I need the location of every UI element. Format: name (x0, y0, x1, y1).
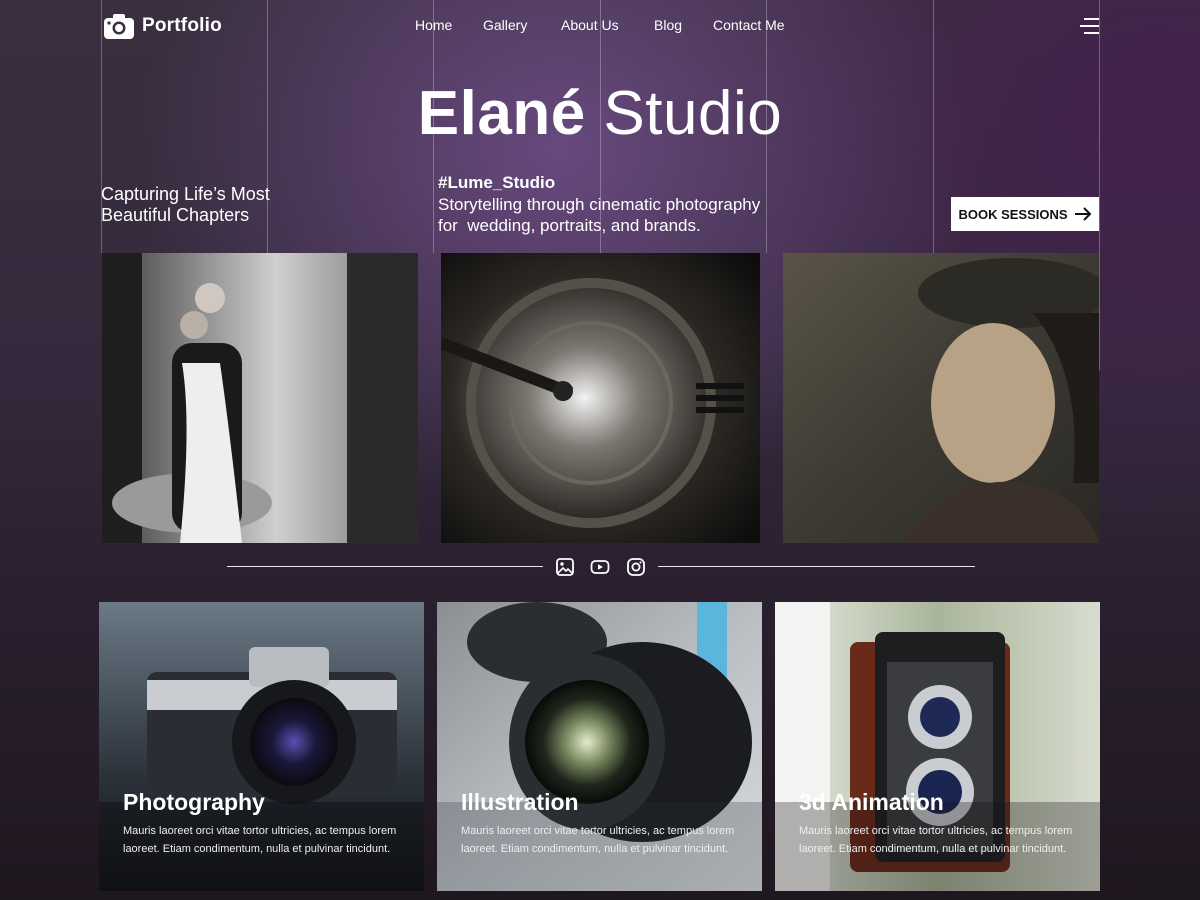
youtube-icon[interactable] (590, 557, 610, 577)
card-text: 3d Animation Mauris laoreet orci vitae t… (799, 788, 1089, 858)
studio-description: Storytelling through cinematic photograp… (438, 194, 818, 236)
card-title: Photography (123, 789, 265, 815)
hero-title: Elané Studio (0, 78, 1200, 149)
hero-title-bold: Elané (417, 79, 586, 148)
image-icon[interactable] (555, 557, 575, 577)
card-title: 3d Animation (799, 789, 944, 815)
service-card-3d-animation[interactable]: 3d Animation Mauris laoreet orci vitae t… (775, 602, 1100, 891)
card-description: Mauris laoreet orci vitae tortor ultrici… (799, 825, 1073, 855)
tagline-line: Capturing Life’s Most (101, 184, 270, 204)
nav-home[interactable]: Home (415, 17, 452, 33)
divider-right (658, 566, 975, 567)
book-sessions-label: BOOK SESSIONS (958, 206, 1068, 222)
arrow-right-icon (1074, 207, 1091, 221)
tagline-line: Beautiful Chapters (101, 205, 250, 225)
card-description: Mauris laoreet orci vitae tortor ultrici… (123, 825, 397, 855)
nav-gallery[interactable]: Gallery (483, 17, 527, 33)
divider-left (227, 566, 543, 567)
service-card-illustration[interactable]: Illustration Mauris laoreet orci vitae t… (437, 602, 762, 891)
card-description: Mauris laoreet orci vitae tortor ultrici… (461, 825, 735, 855)
service-card-photography[interactable]: Photography Mauris laoreet orci vitae to… (99, 602, 424, 891)
grid-line (1099, 0, 1100, 370)
gallery-photo-wedding[interactable] (102, 253, 418, 543)
studio-intro: #Lume_Studio Storytelling through cinema… (438, 173, 818, 236)
nav-blog[interactable]: Blog (654, 17, 682, 33)
instagram-icon[interactable] (626, 557, 646, 577)
gallery-photo-clock[interactable] (441, 253, 760, 543)
studio-hashtag: #Lume_Studio (438, 173, 556, 192)
card-text: Photography Mauris laoreet orci vitae to… (123, 788, 413, 858)
book-sessions-button[interactable]: BOOK SESSIONS (951, 197, 1099, 231)
card-title: Illustration (461, 789, 579, 815)
hero-title-rest: Studio (585, 79, 783, 148)
menu-icon[interactable] (1079, 17, 1099, 35)
gallery-photo-portrait[interactable] (783, 253, 1099, 543)
nav-contact-me[interactable]: Contact Me (713, 17, 785, 33)
studio-desc-line: for wedding, portraits, and brands. (438, 216, 701, 235)
main-nav: Home Gallery About Us Blog Contact Me (0, 17, 1200, 37)
card-text: Illustration Mauris laoreet orci vitae t… (461, 788, 751, 858)
studio-desc-line: Storytelling through cinematic photograp… (438, 195, 761, 214)
hero-tagline: Capturing Life’s Most Beautiful Chapters (101, 184, 321, 226)
nav-about-us[interactable]: About Us (561, 17, 619, 33)
